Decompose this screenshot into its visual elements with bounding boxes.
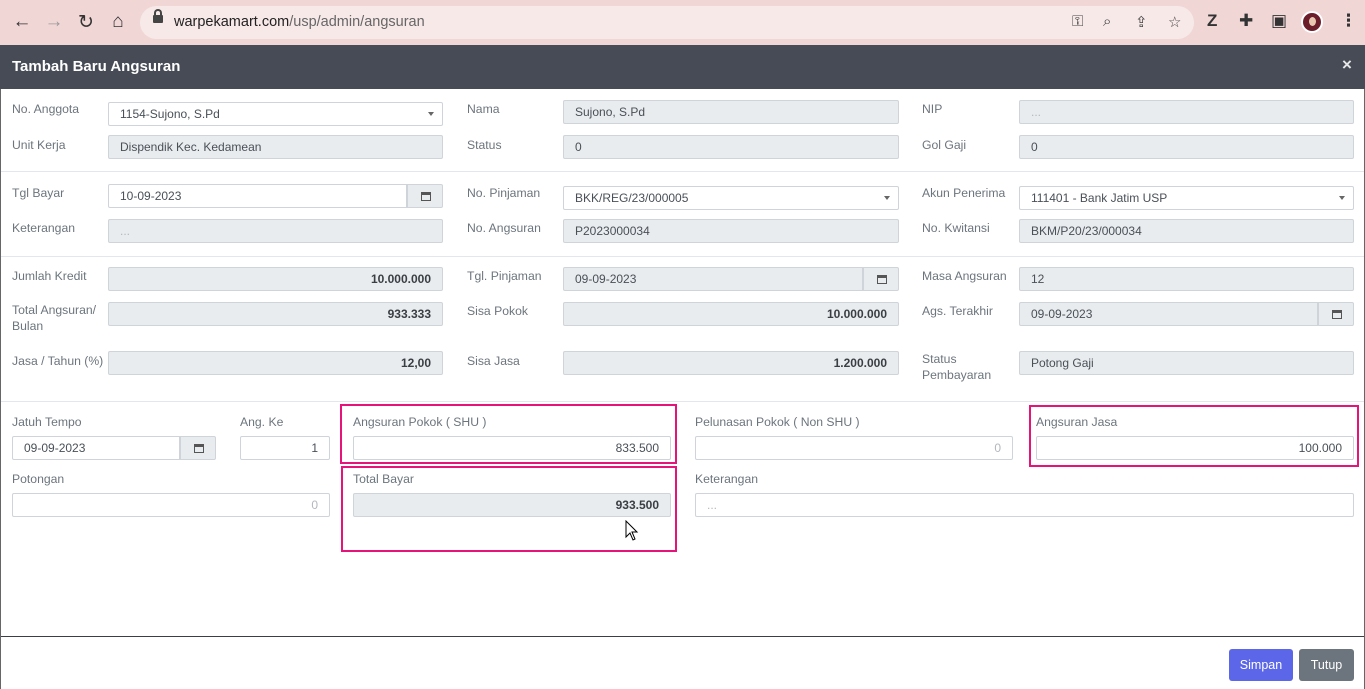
url-text: warpekamart.com/usp/admin/angsuran [174, 14, 425, 30]
browser-toolbar: ← → ↻ ⌂ warpekamart.com/usp/admin/angsur… [0, 0, 1365, 45]
keterangan-field[interactable]: ... [108, 219, 443, 243]
masa-angsuran-label: Masa Angsuran [922, 269, 1007, 283]
divider [1, 256, 1364, 257]
gol-gaji-label: Gol Gaji [922, 138, 967, 152]
keterangan-bayar-label: Keterangan [695, 472, 759, 486]
total-angsuran-label: Total Angsuran/ Bulan [12, 303, 97, 333]
masa-angsuran-field[interactable]: 12 [1019, 267, 1354, 291]
status-pembayaran-label: Status Pembayaran [922, 352, 992, 382]
bookmark-star-icon[interactable]: ☆ [1168, 13, 1181, 31]
calendar-icon [1332, 310, 1342, 319]
highlight-angsuran-pokok [340, 404, 677, 464]
close-icon[interactable]: × [1342, 55, 1352, 75]
modal-header: Tambah Baru Angsuran × [0, 45, 1365, 89]
sidebar-icon[interactable]: ▣ [1271, 11, 1287, 31]
address-bar[interactable]: warpekamart.com/usp/admin/angsuran ⚿ ⌕ ⇪… [140, 6, 1194, 39]
akun-penerima-label: Akun Penerima [922, 186, 1006, 200]
total-angsuran-field[interactable]: 933.333 [108, 302, 443, 326]
highlight-angsuran-jasa [1029, 405, 1359, 467]
status-label: Status [467, 138, 502, 152]
mouse-cursor-icon [625, 520, 639, 541]
ang-ke-input[interactable]: 1 [240, 436, 330, 460]
home-icon[interactable]: ⌂ [107, 11, 129, 33]
tgl-bayar-input[interactable]: 10-09-2023 [108, 184, 407, 208]
reload-icon[interactable]: ↻ [75, 11, 97, 33]
forward-icon[interactable]: → [43, 11, 65, 33]
zoom-icon[interactable]: ⌕ [1103, 13, 1111, 30]
no-angsuran-field[interactable]: P2023000034 [563, 219, 899, 243]
chevron-down-icon [1339, 196, 1345, 200]
lock-icon [153, 9, 163, 23]
calendar-icon [194, 444, 204, 453]
potongan-label: Potongan [12, 472, 65, 486]
puzzle-extensions-icon[interactable]: ✚ [1239, 11, 1253, 31]
divider [1, 171, 1364, 172]
jumlah-kredit-label: Jumlah Kredit [12, 269, 87, 283]
pelunasan-pokok-input[interactable]: 0 [695, 436, 1013, 460]
jatuh-tempo-calendar-button[interactable] [180, 436, 216, 460]
jumlah-kredit-field[interactable]: 10.000.000 [108, 267, 443, 291]
sisa-pokok-field[interactable]: 10.000.000 [563, 302, 899, 326]
keterangan-bayar-input[interactable]: ... [695, 493, 1354, 517]
nip-field[interactable]: ... [1019, 100, 1354, 124]
tgl-pinjaman-calendar-button[interactable] [863, 267, 899, 291]
ags-terakhir-calendar-button[interactable] [1318, 302, 1354, 326]
no-pinjaman-label: No. Pinjaman [467, 186, 541, 200]
pelunasan-pokok-label: Pelunasan Pokok ( Non SHU ) [695, 415, 860, 429]
tgl-bayar-calendar-button[interactable] [407, 184, 443, 208]
ags-terakhir-label: Ags. Terakhir [922, 304, 993, 318]
keterangan-label: Keterangan [12, 221, 76, 235]
divider [1, 401, 1364, 402]
menu-icon[interactable]: ⋮ [1340, 11, 1357, 31]
modal-body [0, 89, 1365, 689]
no-angsuran-label: No. Angsuran [467, 221, 541, 235]
chevron-down-icon [428, 112, 434, 116]
nip-label: NIP [922, 102, 943, 116]
key-icon[interactable]: ⚿ [1072, 13, 1083, 30]
status-field[interactable]: 0 [563, 135, 899, 159]
jasa-tahun-field[interactable]: 12,00 [108, 351, 443, 375]
status-pembayaran-field[interactable]: Potong Gaji [1019, 351, 1354, 375]
sisa-jasa-field[interactable]: 1.200.000 [563, 351, 899, 375]
unit-kerja-label: Unit Kerja [12, 138, 66, 152]
no-kwitansi-field[interactable]: BKM/P20/23/000034 [1019, 219, 1354, 243]
profile-avatar[interactable] [1301, 11, 1323, 33]
nama-label: Nama [467, 102, 500, 116]
no-anggota-label: No. Anggota [12, 102, 80, 116]
z-extension-icon[interactable]: Z [1207, 11, 1217, 31]
footer-divider [1, 636, 1364, 637]
ags-terakhir-field[interactable]: 09-09-2023 [1019, 302, 1318, 326]
ang-ke-label: Ang. Ke [240, 415, 284, 429]
nama-field[interactable]: Sujono, S.Pd [563, 100, 899, 124]
jatuh-tempo-input[interactable]: 09-09-2023 [12, 436, 180, 460]
calendar-icon [421, 192, 431, 201]
unit-kerja-field[interactable]: Dispendik Kec. Kedamean [108, 135, 443, 159]
akun-penerima-select[interactable]: 111401 - Bank Jatim USP [1019, 186, 1354, 210]
no-kwitansi-label: No. Kwitansi [922, 221, 990, 235]
no-anggota-select[interactable]: 1154-Sujono, S.Pd [108, 102, 443, 126]
tgl-pinjaman-field[interactable]: 09-09-2023 [563, 267, 863, 291]
calendar-icon [877, 275, 887, 284]
modal-title: Tambah Baru Angsuran [12, 58, 181, 75]
tgl-bayar-label: Tgl Bayar [12, 186, 65, 200]
chevron-down-icon [884, 196, 890, 200]
back-icon[interactable]: ← [11, 11, 33, 33]
gol-gaji-field[interactable]: 0 [1019, 135, 1354, 159]
save-button[interactable]: Simpan [1229, 649, 1293, 681]
no-pinjaman-select[interactable]: BKK/REG/23/000005 [563, 186, 899, 210]
share-icon[interactable]: ⇪ [1135, 13, 1148, 31]
tgl-pinjaman-label: Tgl. Pinjaman [467, 269, 542, 283]
jatuh-tempo-label: Jatuh Tempo [12, 415, 82, 429]
close-button[interactable]: Tutup [1299, 649, 1354, 681]
jasa-tahun-label: Jasa / Tahun (%) [12, 354, 104, 368]
sisa-jasa-label: Sisa Jasa [467, 354, 520, 368]
potongan-input[interactable]: 0 [12, 493, 330, 517]
sisa-pokok-label: Sisa Pokok [467, 304, 528, 318]
